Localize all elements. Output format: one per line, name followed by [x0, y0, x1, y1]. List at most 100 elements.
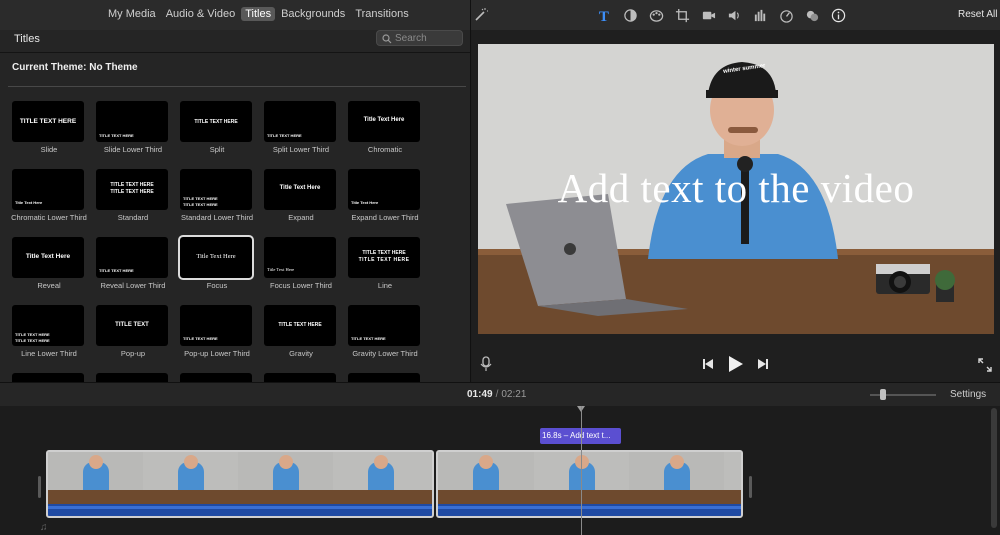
title-tile-line[interactable]: TITLE TEXT HERE TITLE TEXT HERE Line — [346, 237, 424, 297]
tab-audio-video[interactable]: Audio & Video — [162, 7, 240, 21]
thumb-text: Title Text Here — [279, 185, 321, 191]
tab-backgrounds[interactable]: Backgrounds — [277, 7, 349, 21]
video-clip-2[interactable] — [436, 450, 743, 518]
svg-text:T: T — [598, 9, 608, 23]
thumb-text: TITLE TEXT HERE — [358, 257, 410, 263]
clip-trim-handle-left[interactable] — [38, 476, 41, 498]
title-tile-expand-lower-third[interactable]: Title Text Here Expand Lower Third — [346, 169, 424, 229]
title-tile-pop-up-lower-third[interactable]: TITLE TEXT HERE Pop-up Lower Third — [178, 305, 256, 365]
title-tile-split[interactable]: TITLE TEXT HERE Split — [178, 101, 256, 161]
title-tile-partial[interactable] — [10, 373, 88, 382]
search-icon — [382, 34, 392, 44]
tile-label: Focus Lower Third — [270, 281, 332, 290]
magic-wand-icon[interactable] — [473, 7, 489, 23]
tile-thumbnail: TITLE TEXT HERE — [264, 305, 336, 346]
title-tile-chromatic-lower-third[interactable]: Title Text Here Chromatic Lower Third — [10, 169, 88, 229]
title-tile-expand[interactable]: Title Text Here Expand — [262, 169, 340, 229]
microphone-icon[interactable] — [480, 356, 492, 372]
search-field[interactable] — [376, 30, 463, 46]
title-tile-chromatic[interactable]: Title Text Here Chromatic — [346, 101, 424, 161]
title-tile-slide-lower-third[interactable]: TITLE TEXT HERE Slide Lower Third — [94, 101, 172, 161]
thumb-text: TITLE TEXT HERE — [351, 336, 386, 341]
timeline-header: 01:49/02:21 Settings — [0, 382, 1000, 406]
clip-frame — [333, 452, 432, 504]
play-button[interactable] — [728, 356, 743, 372]
total-time: 02:21 — [501, 389, 527, 400]
title-tile-pop-up[interactable]: TITLE TEXT Pop-up — [94, 305, 172, 365]
thumb-text: TITLE TEXT HERE — [15, 332, 50, 337]
tile-thumbnail: TITLE TEXT — [96, 305, 168, 346]
playhead[interactable] — [581, 406, 582, 535]
tab-titles[interactable]: Titles — [241, 7, 276, 21]
speed-icon[interactable] — [778, 7, 794, 23]
title-tile-slide[interactable]: TITLE TEXT HERE Slide — [10, 101, 88, 161]
thumb-text: TITLE TEXT HERE — [19, 118, 77, 125]
title-tile-focus[interactable]: Title Text Here Focus — [178, 235, 256, 297]
clip-frame — [48, 452, 143, 504]
tile-thumbnail: TITLE TEXT HERE — [96, 237, 168, 278]
title-tile-standard[interactable]: TITLE TEXT HERE TITLE TEXT HERE Standard — [94, 169, 172, 229]
titles-T-icon[interactable]: T — [596, 7, 612, 23]
tile-label: Expand Lower Third — [351, 213, 419, 222]
title-tile-gravity[interactable]: TITLE TEXT HERE Gravity — [262, 305, 340, 365]
clip-trim-handle-right[interactable] — [749, 476, 752, 498]
tab-transitions[interactable]: Transitions — [351, 7, 412, 21]
divider — [0, 52, 470, 53]
stabilization-icon[interactable] — [700, 7, 716, 23]
video-preview[interactable]: winter summer Add text to the video — [478, 44, 994, 334]
tile-thumbnail: TITLE TEXT HERE TITLE TEXT HERE — [12, 305, 84, 346]
info-icon[interactable] — [830, 7, 846, 23]
tile-thumbnail: TITLE TEXT HERE — [12, 101, 84, 142]
skip-forward-icon — [758, 359, 768, 369]
tile-thumbnail: TITLE TEXT HERE — [96, 101, 168, 142]
tab-my-media[interactable]: My Media — [104, 7, 160, 21]
fullscreen-icon[interactable] — [978, 358, 992, 372]
title-tile-focus-lower-third[interactable]: Title Text Here Focus Lower Third — [262, 237, 340, 297]
tile-label: Chromatic Lower Third — [11, 213, 87, 222]
settings-button[interactable]: Settings — [950, 389, 986, 400]
thumb-text: TITLE TEXT HERE — [362, 250, 406, 256]
skip-forward-button[interactable] — [757, 358, 769, 370]
timeline[interactable]: 16.8s – Add text t... ♫ — [0, 406, 1000, 535]
pane-divider[interactable] — [470, 0, 471, 382]
tile-thumbnail: TITLE TEXT HERE — [180, 305, 252, 346]
overlay-title-text[interactable]: Add text to the video — [478, 164, 994, 212]
color-correction-icon[interactable] — [648, 7, 664, 23]
equalizer-icon[interactable] — [752, 7, 768, 23]
reset-all-button[interactable]: Reset All — [958, 9, 997, 20]
thumb-text: Title Text Here — [196, 253, 236, 260]
adjustments-bar: T — [596, 7, 846, 23]
title-tile-partial[interactable] — [262, 373, 340, 382]
tile-thumbnail — [180, 373, 252, 382]
zoom-slider-knob[interactable] — [880, 389, 886, 400]
thumb-text: TITLE TEXT HERE — [183, 336, 218, 341]
title-tile-gravity-lower-third[interactable]: TITLE TEXT HERE Gravity Lower Third — [346, 305, 424, 365]
title-tile-split-lower-third[interactable]: TITLE TEXT HERE Split Lower Third — [262, 101, 340, 161]
titles-browser: Titles Current Theme: No Theme TITLE TEX… — [0, 30, 470, 382]
tile-thumbnail: TITLE TEXT HERE TITLE TEXT HERE — [96, 169, 168, 210]
color-balance-icon[interactable] — [622, 7, 638, 23]
skip-back-icon — [703, 359, 713, 369]
tile-thumbnail: Title Text Here — [264, 237, 336, 278]
title-tile-line-lower-third[interactable]: TITLE TEXT HERE TITLE TEXT HERE Line Lowe… — [10, 305, 88, 365]
title-tile-partial[interactable] — [94, 373, 172, 382]
tile-thumbnail — [96, 373, 168, 382]
title-tile-reveal-lower-third[interactable]: TITLE TEXT HERE Reveal Lower Third — [94, 237, 172, 297]
title-tile-reveal[interactable]: Title Text Here Reveal — [10, 237, 88, 297]
skip-back-button[interactable] — [702, 358, 714, 370]
title-tile-partial[interactable] — [178, 373, 256, 382]
crop-icon[interactable] — [674, 7, 690, 23]
title-tile-partial[interactable] — [346, 373, 424, 382]
time-separator: / — [495, 389, 499, 400]
tile-thumbnail: TITLE TEXT HERE — [264, 101, 336, 142]
timeline-scrollbar[interactable] — [991, 408, 997, 528]
search-input[interactable] — [395, 32, 461, 44]
volume-icon[interactable] — [726, 7, 742, 23]
clip-frame — [238, 452, 333, 504]
tile-label: Reveal — [37, 281, 61, 290]
overlay-icon[interactable] — [804, 7, 820, 23]
tile-label: Split Lower Third — [272, 145, 330, 154]
video-clip-1[interactable] — [46, 450, 434, 518]
timecode: 01:49/02:21 — [467, 389, 526, 400]
title-tile-standard-lower-third[interactable]: TITLE TEXT HERE TITLE TEXT HERE Standard … — [178, 169, 256, 229]
